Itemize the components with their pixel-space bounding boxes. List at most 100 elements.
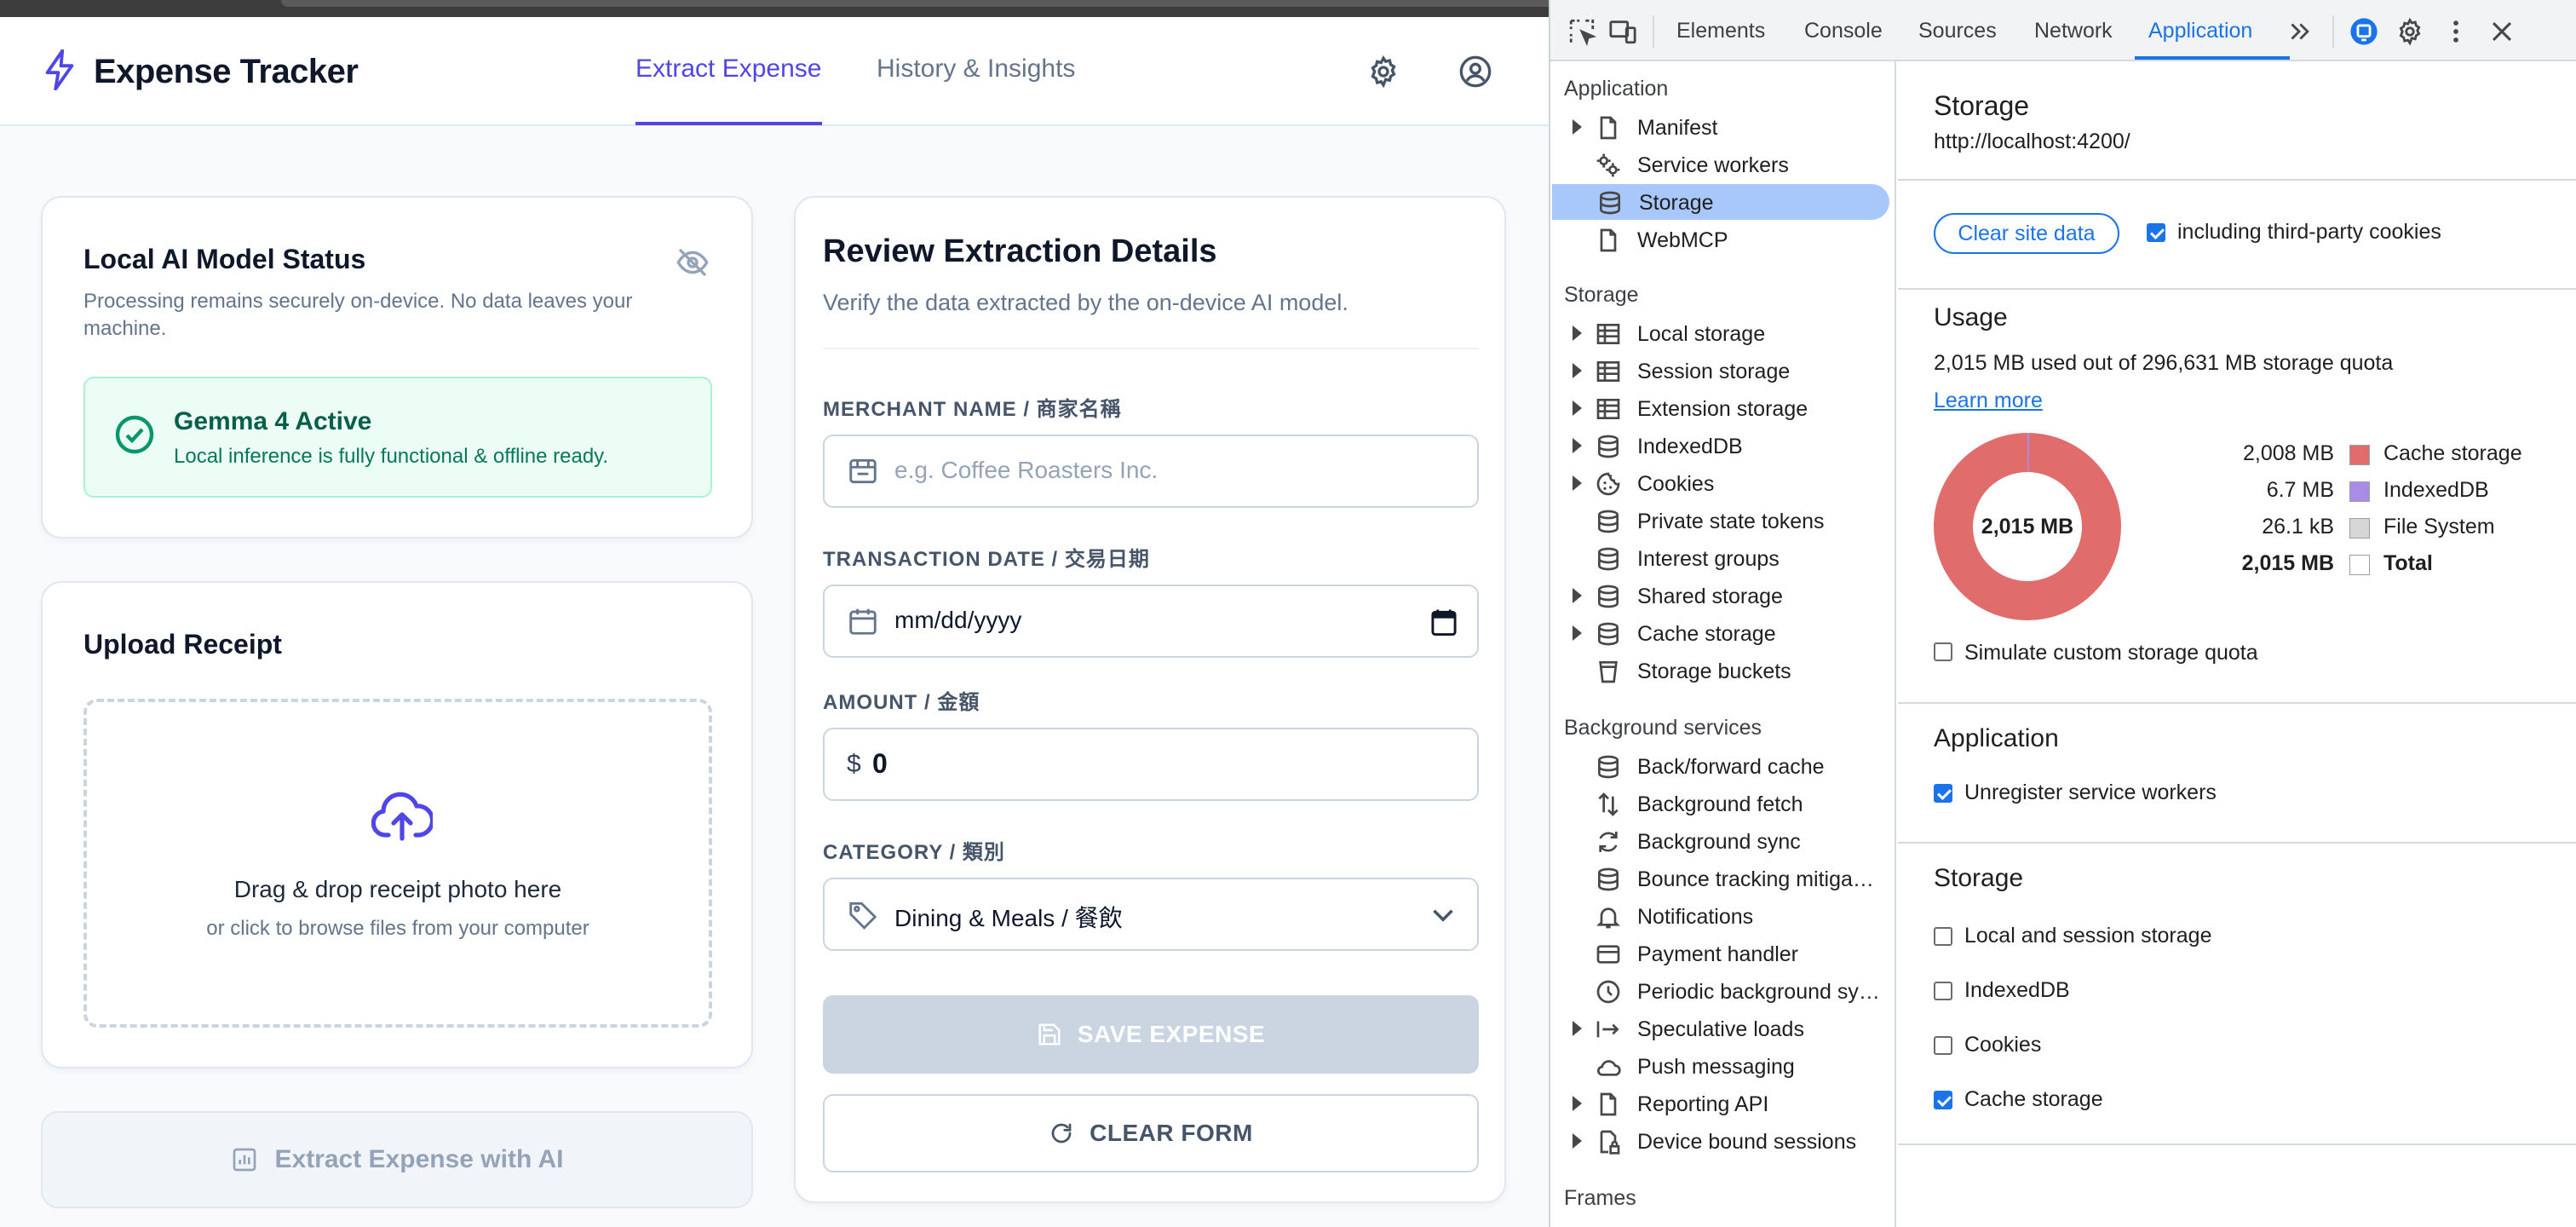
- clear-form-button[interactable]: CLEAR FORM: [823, 1094, 1479, 1172]
- sidebar-item-notifications[interactable]: Notifications: [1550, 898, 1891, 934]
- sidebar-item-extension-storage[interactable]: Extension storage: [1550, 390, 1891, 426]
- tab-extract-expense[interactable]: Extract Expense: [635, 55, 821, 84]
- ai-assistance-icon[interactable]: [2349, 17, 2378, 46]
- amount-value: 0: [872, 748, 888, 779]
- device-toolbar-icon[interactable]: [1608, 17, 1637, 46]
- amount-field[interactable]: $ 0: [823, 728, 1479, 801]
- table-icon: [1596, 361, 1620, 382]
- sidebar-item-background-sync[interactable]: Background sync: [1550, 823, 1891, 859]
- storage-option-checkbox[interactable]: [1934, 1036, 1952, 1055]
- storage-option-checkbox[interactable]: [1934, 982, 1952, 1000]
- tab-application[interactable]: Application: [2148, 19, 2252, 43]
- third-party-cookies-checkbox[interactable]: [2147, 223, 2165, 242]
- unregister-service-workers-label: Unregister service workers: [1964, 781, 2217, 804]
- sidebar-item-reporting-api[interactable]: Reporting API: [1550, 1086, 1891, 1121]
- tab-sources[interactable]: Sources: [1918, 19, 1997, 43]
- visibility-off-icon[interactable]: [675, 245, 710, 279]
- tab-network[interactable]: Network: [2034, 19, 2113, 43]
- sidebar-item-storage[interactable]: Storage: [1552, 184, 1889, 220]
- card-icon: [1596, 945, 1620, 964]
- sidebar-item-back-forward-cache[interactable]: Back/forward cache: [1550, 748, 1891, 784]
- sidebar-item-payment-handler[interactable]: Payment handler: [1550, 936, 1891, 971]
- legend-name: Total: [2383, 551, 2433, 575]
- receipt-dropzone[interactable]: Drag & drop receipt photo here or click …: [83, 699, 712, 1028]
- sidebar-item-shared-storage[interactable]: Shared storage: [1550, 578, 1891, 614]
- date-picker-icon[interactable]: [1431, 608, 1457, 636]
- review-card: Review Extraction Details Verify the dat…: [794, 196, 1506, 1203]
- sidebar-item-bounce-tracking-mitiga[interactable]: Bounce tracking mitiga…: [1550, 861, 1891, 896]
- sidebar-item-cookies[interactable]: Cookies: [1550, 465, 1891, 501]
- sidebar-item-manifest[interactable]: Manifest: [1550, 109, 1891, 145]
- storage-pane-title: Storage: [1934, 90, 2030, 121]
- kebab-menu-icon[interactable]: [2441, 17, 2470, 46]
- storage-overview-pane: Storage http://localhost:4200/ Clear sit…: [1898, 61, 2576, 1227]
- user-profile-icon[interactable]: [1455, 51, 1496, 92]
- sidebar-item-push-messaging[interactable]: Push messaging: [1550, 1048, 1891, 1084]
- legend-name: File System: [2383, 515, 2495, 539]
- inspect-element-icon[interactable]: [1567, 17, 1596, 46]
- sidebar-item-service-workers[interactable]: Service workers: [1550, 147, 1891, 182]
- close-icon[interactable]: [2487, 17, 2516, 46]
- date-field[interactable]: mm/dd/yyyy: [823, 585, 1479, 658]
- table-icon: [1596, 399, 1620, 419]
- save-expense-button[interactable]: SAVE EXPENSE: [823, 995, 1479, 1074]
- more-tabs-icon[interactable]: [2285, 17, 2314, 46]
- sidebar-heading-application: Application: [1564, 77, 1669, 101]
- settings-icon[interactable]: [2395, 17, 2424, 46]
- sidebar-item-local-storage[interactable]: Local storage: [1550, 315, 1891, 351]
- expand-arrow-icon[interactable]: [1573, 363, 1582, 378]
- sidebar-item-device-bound-sessions[interactable]: Device bound sessions: [1550, 1123, 1891, 1159]
- legend-swatch: [2349, 445, 2370, 465]
- merchant-field[interactable]: e.g. Coffee Roasters Inc.: [823, 435, 1479, 508]
- expand-arrow-icon[interactable]: [1573, 475, 1582, 491]
- sidebar-item-indexeddb[interactable]: IndexedDB: [1550, 428, 1891, 464]
- storage-option-checkbox[interactable]: [1934, 1091, 1952, 1109]
- sidebar-item-private-state-tokens[interactable]: Private state tokens: [1550, 503, 1891, 539]
- sidebar-item-webmcp[interactable]: WebMCP: [1550, 222, 1891, 257]
- sidebar-item-storage-buckets[interactable]: Storage buckets: [1550, 653, 1891, 688]
- expand-arrow-icon[interactable]: [1573, 625, 1582, 641]
- sidebar-item-session-storage[interactable]: Session storage: [1550, 353, 1891, 389]
- sidebar-item-label: Back/forward cache: [1637, 755, 1825, 779]
- expand-arrow-icon[interactable]: [1573, 1096, 1582, 1111]
- expand-arrow-icon[interactable]: [1573, 1133, 1582, 1149]
- sidebar-item-speculative-loads[interactable]: Speculative loads: [1550, 1011, 1891, 1046]
- sidebar-heading-background-services: Background services: [1564, 716, 1762, 740]
- store-icon: [849, 458, 877, 484]
- expand-arrow-icon[interactable]: [1573, 588, 1582, 603]
- expand-arrow-icon[interactable]: [1573, 400, 1582, 416]
- learn-more-link[interactable]: Learn more: [1934, 389, 2043, 413]
- sidebar-heading-frames[interactable]: Frames: [1564, 1186, 1636, 1211]
- sidebar-item-background-fetch[interactable]: Background fetch: [1550, 786, 1891, 821]
- storage-origin: http://localhost:4200/: [1934, 130, 2130, 153]
- clear-site-data-button[interactable]: Clear site data: [1934, 213, 2119, 254]
- app-viewport: Expense Tracker Extract Expense History …: [0, 0, 1549, 1227]
- sidebar-item-label: Periodic background sy…: [1637, 980, 1880, 1004]
- sidebar-item-label: Storage: [1639, 191, 1714, 215]
- sidebar-item-label: Reporting API: [1637, 1092, 1769, 1116]
- settings-icon[interactable]: [1363, 51, 1404, 92]
- expand-arrow-icon[interactable]: [1573, 438, 1582, 453]
- expand-arrow-icon[interactable]: [1573, 325, 1582, 341]
- legend-row: 6.7 MB IndexedDB: [2153, 475, 2545, 505]
- expand-arrow-icon[interactable]: [1573, 119, 1582, 135]
- expand-arrow-icon[interactable]: [1573, 1021, 1582, 1036]
- category-select[interactable]: Dining & Meals / 餐飲: [823, 878, 1479, 951]
- tab-elements[interactable]: Elements: [1676, 19, 1765, 43]
- unregister-service-workers-checkbox[interactable]: [1934, 784, 1952, 803]
- tab-console[interactable]: Console: [1804, 19, 1883, 43]
- storage-option-checkbox[interactable]: [1934, 927, 1952, 946]
- brand[interactable]: Expense Tracker: [43, 49, 359, 95]
- tab-history-insights[interactable]: History & Insights: [877, 55, 1075, 84]
- simulate-quota-checkbox[interactable]: [1934, 642, 1952, 661]
- sidebar-item-periodic-background-sy[interactable]: Periodic background sy…: [1550, 973, 1891, 1009]
- upload-receipt-card: Upload Receipt Drag & drop receipt photo…: [41, 581, 753, 1069]
- model-active-title: Gemma 4 Active: [174, 407, 372, 435]
- extract-expense-button[interactable]: Extract Expense with AI: [41, 1111, 753, 1208]
- sidebar-item-cache-storage[interactable]: Cache storage: [1550, 615, 1891, 651]
- legend-row: 26.1 kB File System: [2153, 511, 2545, 542]
- sidebar-item-interest-groups[interactable]: Interest groups: [1550, 540, 1891, 576]
- cloud-icon: [1597, 1060, 1621, 1076]
- amount-label: AMOUNT / 金額: [823, 691, 980, 714]
- devtools-application-sidebar: Application Storage Background services …: [1550, 61, 1896, 1227]
